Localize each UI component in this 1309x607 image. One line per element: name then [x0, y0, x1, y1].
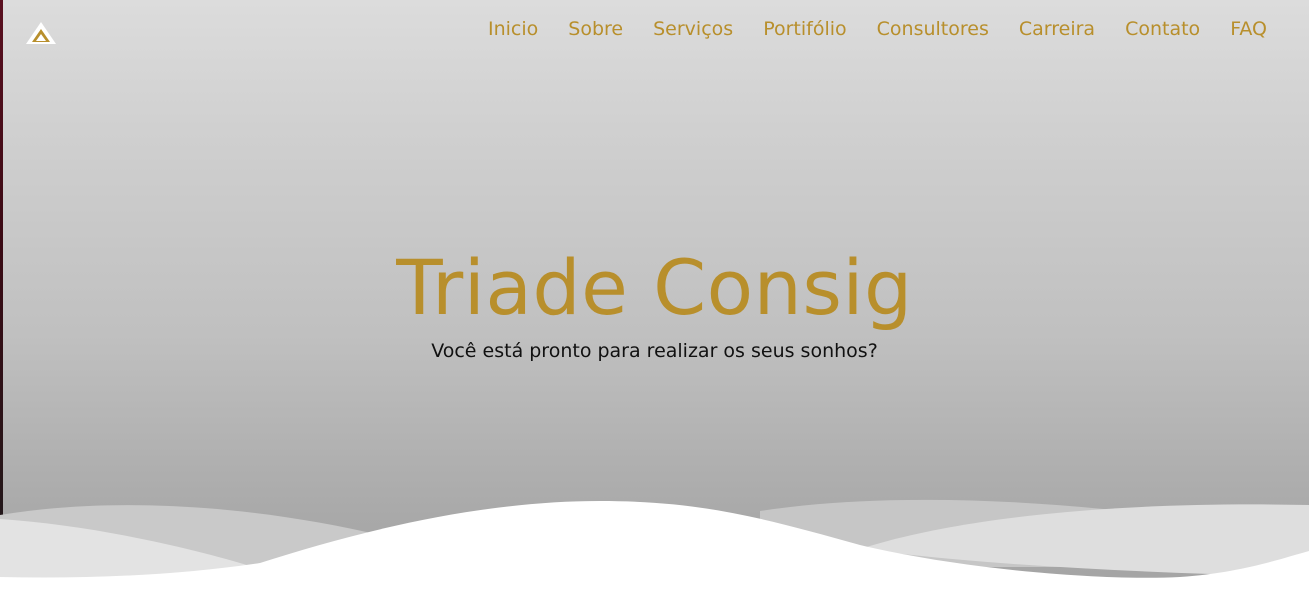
nav-item-contato[interactable]: Contato — [1125, 15, 1200, 43]
triangle-logo-icon[interactable] — [24, 20, 58, 48]
nav-item-servicos[interactable]: Serviços — [653, 15, 733, 43]
hero-title: Triade Consig — [396, 243, 913, 332]
main-nav: Inicio Sobre Serviços Portifólio Consult… — [488, 15, 1267, 43]
nav-item-faq[interactable]: FAQ — [1230, 15, 1267, 43]
nav-item-inicio[interactable]: Inicio — [488, 15, 538, 43]
wave-divider — [0, 499, 1309, 607]
nav-item-consultores[interactable]: Consultores — [877, 15, 989, 43]
hero-section: Triade Consig Você está pronto para real… — [0, 242, 1309, 364]
nav-item-sobre[interactable]: Sobre — [568, 15, 623, 43]
hero-subtitle: Você está pronto para realizar os seus s… — [431, 340, 878, 362]
nav-item-carreira[interactable]: Carreira — [1019, 15, 1095, 43]
landing-page: Inicio Sobre Serviços Portifólio Consult… — [0, 0, 1309, 607]
nav-item-portifolio[interactable]: Portifólio — [763, 15, 846, 43]
